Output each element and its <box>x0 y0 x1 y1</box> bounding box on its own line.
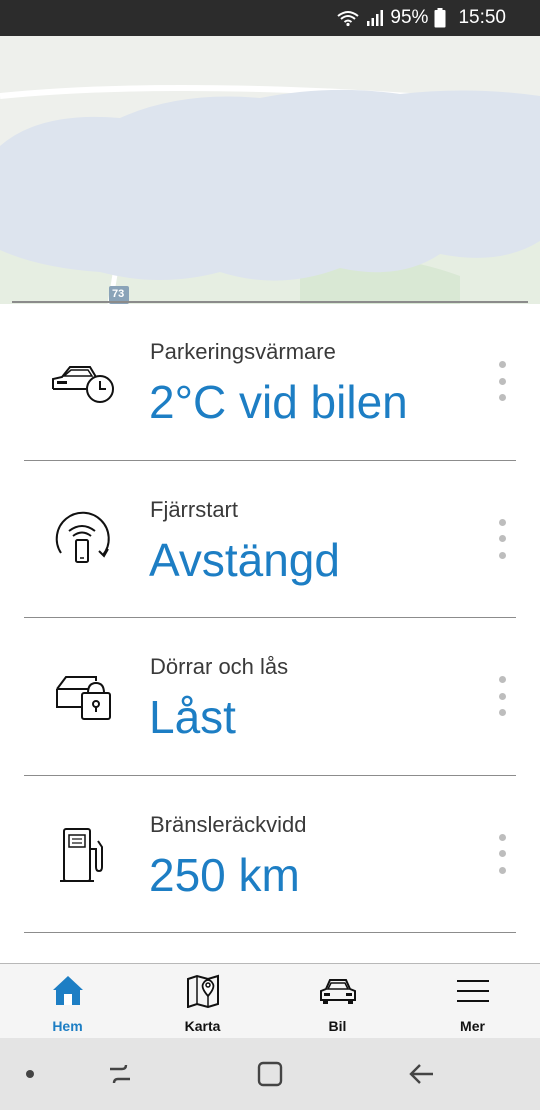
card-remote-start[interactable]: Fjärrstart Avstängd <box>24 461 516 618</box>
nav-label: Hem <box>52 1018 83 1034</box>
system-nav-bar <box>0 1038 540 1110</box>
battery-icon <box>434 8 446 28</box>
signal-icon <box>366 9 384 27</box>
map-icon <box>186 974 220 1013</box>
road-number: 73 <box>112 288 125 300</box>
card-label: Parkeringsvärmare <box>150 339 336 364</box>
card-value: 250 km <box>149 848 300 901</box>
nav-label: Bil <box>328 1018 347 1034</box>
home-button-icon[interactable] <box>250 1038 290 1110</box>
nav-item-more[interactable]: Mer <box>405 964 540 1038</box>
recent-apps-icon[interactable] <box>100 1038 140 1110</box>
card-value: Låst <box>149 691 236 743</box>
menu-icon <box>455 974 491 1013</box>
card-label: Bränsleräckvidd <box>150 811 307 837</box>
dot-icon <box>20 1038 40 1110</box>
card-doors-locks[interactable]: Dörrar och lås Låst <box>24 618 516 776</box>
more-options-icon[interactable] <box>496 833 508 874</box>
status-bar: 95% 15:50 <box>0 0 540 36</box>
back-icon[interactable] <box>402 1038 442 1110</box>
card-fuel-range[interactable]: Bränsleräckvidd 250 km <box>24 776 516 933</box>
more-options-icon[interactable] <box>496 676 508 716</box>
map-view[interactable]: 73 <box>0 36 540 304</box>
bottom-nav: Hem Karta Bil Mer <box>0 963 540 1038</box>
car-icon <box>318 974 358 1013</box>
nav-item-car[interactable]: Bil <box>270 964 405 1038</box>
nav-item-map[interactable]: Karta <box>135 964 270 1038</box>
status-time: 15:50 <box>458 7 506 28</box>
nav-label: Mer <box>460 1018 485 1034</box>
card-parking-heater[interactable]: Parkeringsvärmare 2°C vid bilen <box>24 303 516 461</box>
remote-start-icon <box>48 505 118 575</box>
card-value: Avstängd <box>149 533 340 586</box>
nav-label: Karta <box>184 1018 221 1034</box>
wifi-icon <box>336 9 360 27</box>
more-options-icon[interactable] <box>496 518 508 559</box>
nav-item-home[interactable]: Hem <box>0 964 135 1038</box>
battery-percent: 95% <box>390 7 429 28</box>
card-value: 2°C vid bilen <box>149 376 408 428</box>
fuel-pump-icon <box>48 820 118 890</box>
card-label: Dörrar och lås <box>150 654 289 679</box>
home-icon <box>51 974 85 1013</box>
more-options-icon[interactable] <box>496 361 508 401</box>
card-label: Fjärrstart <box>150 496 238 522</box>
status-card-list: Parkeringsvärmare 2°C vid bilen Fjärrsta… <box>0 303 540 933</box>
car-lock-icon <box>48 662 118 732</box>
car-timer-icon <box>48 347 118 417</box>
